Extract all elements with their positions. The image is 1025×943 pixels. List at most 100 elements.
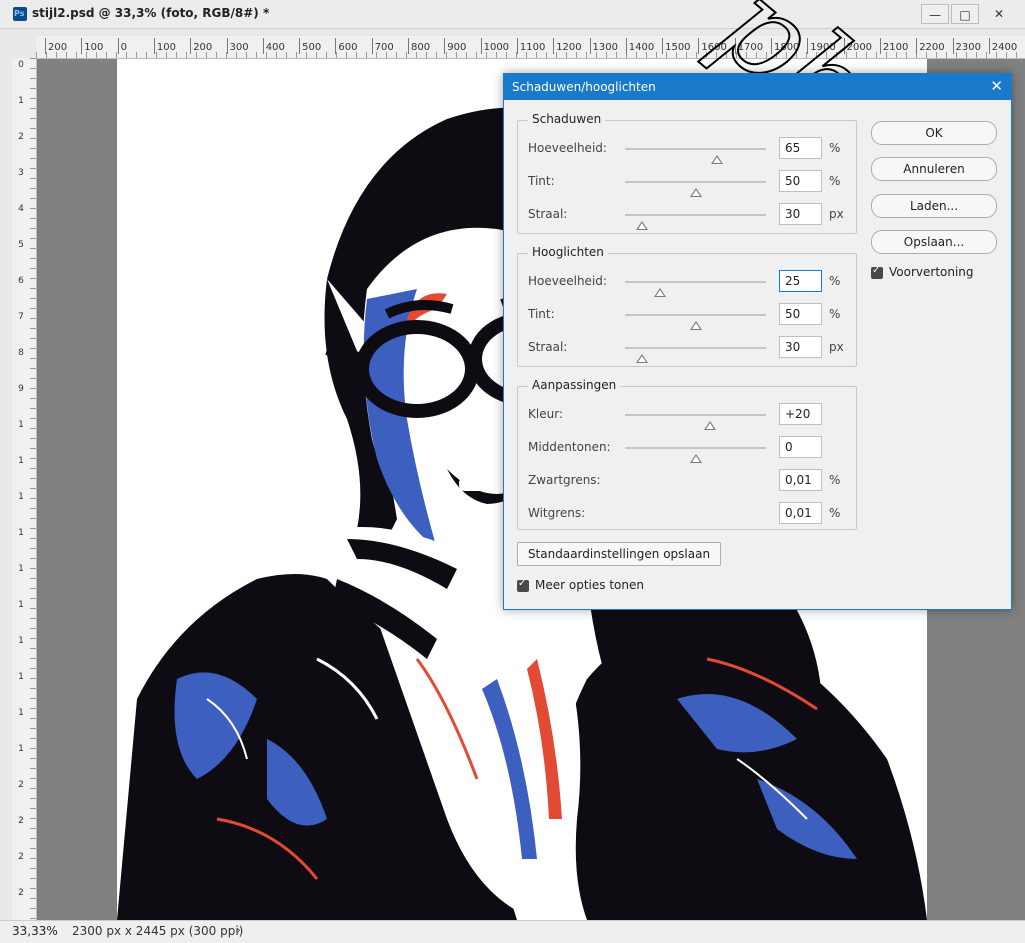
- ruler-tick-label: 2100: [879, 38, 909, 54]
- ruler-tick-label: 2200: [916, 38, 945, 54]
- highlights-legend: Hooglichten: [528, 245, 608, 259]
- save-button[interactable]: Opslaan...: [871, 230, 997, 254]
- vertical-ruler[interactable]: 0 1 2 3 4 5 6 7 8 9 1 1 1 1 1 1 1 1 1 1 2 2 2 2: [12, 58, 37, 920]
- unit-label: %: [829, 506, 841, 520]
- shadows-highlights-dialog: Schaduwen/hooglichten ✕ Schaduwen Hoevee…: [503, 73, 1012, 610]
- save-defaults-button[interactable]: Standaardinstellingen opslaan: [517, 542, 721, 566]
- ruler-tick-label: 7: [18, 312, 24, 322]
- field-label: Zwartgrens:: [528, 473, 601, 487]
- ruler-tick-label: 500: [299, 38, 322, 54]
- ruler-tick-label: 200: [44, 38, 68, 54]
- ruler-tick-label: 2400: [988, 38, 1018, 54]
- ruler-tick-label: 1200: [553, 38, 582, 54]
- ruler-tick-label: 1500: [662, 38, 691, 54]
- shadows-legend: Schaduwen: [528, 112, 606, 126]
- ruler-tick-label: 1800: [770, 38, 800, 54]
- slider-track[interactable]: [625, 314, 766, 330]
- ruler-tick-label: 2000: [843, 38, 873, 54]
- ruler-tick-label: 1: [18, 456, 24, 466]
- field-label: Tint:: [528, 174, 555, 188]
- shadows-row: Straal: 30 px: [518, 203, 856, 230]
- ruler-tick-label: 4: [18, 204, 24, 214]
- value-input[interactable]: 0: [779, 436, 822, 458]
- slider-track[interactable]: [625, 347, 766, 363]
- field-label: Straal:: [528, 207, 568, 221]
- photoshop-icon: [13, 7, 27, 21]
- slider-thumb-icon[interactable]: [703, 421, 716, 430]
- slider-track[interactable]: [625, 214, 766, 230]
- close-icon[interactable]: ✕: [990, 78, 1003, 94]
- ruler-tick-label: 300: [226, 38, 249, 54]
- status-menu-arrow-icon[interactable]: ›: [236, 923, 241, 937]
- value-input[interactable]: +20: [779, 403, 822, 425]
- ruler-tick-label: 800: [407, 38, 431, 54]
- document-title-bar: stijl2.psd @ 33,3% (foto, RGB/8#) * — □ …: [0, 0, 1025, 29]
- slider-thumb-icon[interactable]: [689, 321, 702, 330]
- zoom-level[interactable]: 33,33%: [12, 924, 58, 938]
- ruler-tick-label: 1: [18, 420, 24, 430]
- ruler-tick-label: 0: [18, 60, 24, 70]
- preview-checkbox[interactable]: [871, 265, 883, 279]
- highlights-row: Straal: 30 px: [518, 336, 856, 363]
- ruler-tick-label: 1900: [807, 38, 836, 54]
- adjustments-legend: Aanpassingen: [528, 378, 621, 392]
- horizontal-ruler[interactable]: 200 100 0 100 200 300 400 500 600 700 800 900 1000 11…: [36, 36, 1025, 59]
- unit-label: %: [829, 473, 841, 487]
- document-tab-title[interactable]: stijl2.psd @ 33,3% (foto, RGB/8#) *: [32, 6, 269, 20]
- field-label: Middentonen:: [528, 440, 611, 454]
- preview-label: Voorvertoning: [889, 265, 974, 279]
- unit-label: %: [829, 307, 841, 321]
- adjustments-row: Witgrens: 0,01%: [518, 502, 856, 526]
- value-input[interactable]: 0,01: [779, 502, 822, 524]
- ruler-tick-label: 5: [18, 240, 24, 250]
- close-window-button[interactable]: ✕: [981, 4, 1017, 24]
- ok-button[interactable]: OK: [871, 121, 997, 145]
- slider-thumb-icon[interactable]: [689, 454, 702, 463]
- slider-track[interactable]: [625, 414, 766, 430]
- ruler-tick-label: 600: [335, 38, 358, 54]
- value-input[interactable]: 25: [779, 270, 822, 292]
- slider-thumb-icon[interactable]: [710, 155, 723, 164]
- ruler-tick-label: 100: [153, 38, 176, 54]
- ruler-tick-label: 1: [18, 96, 24, 106]
- unit-label: %: [829, 141, 841, 155]
- adjustments-group: Aanpassingen Kleur: +20 Middentonen: 0 Zwart…: [517, 378, 857, 530]
- ruler-tick-label: 900: [444, 38, 467, 54]
- highlights-group: Hooglichten Hoeveelheid: 25% Tint: 50% Straa…: [517, 245, 857, 367]
- value-input[interactable]: 65: [779, 137, 822, 159]
- unit-label: %: [829, 174, 841, 188]
- ruler-tick-label: 1: [18, 492, 24, 502]
- dialog-title-bar[interactable]: Schaduwen/hooglichten ✕: [504, 74, 1011, 100]
- ruler-tick-label: 1: [18, 564, 24, 574]
- ruler-tick-label: 2: [18, 780, 24, 790]
- slider-track[interactable]: [625, 181, 766, 197]
- slider-thumb-icon[interactable]: [635, 221, 648, 230]
- value-input[interactable]: 30: [779, 336, 822, 358]
- ruler-tick-label: 2: [18, 132, 24, 142]
- slider-track[interactable]: [625, 447, 766, 463]
- restore-button[interactable]: □: [951, 4, 979, 24]
- ruler-tick-label: 8: [18, 348, 24, 358]
- ruler-tick-label: 1000: [480, 38, 510, 54]
- load-button[interactable]: Laden...: [871, 194, 997, 218]
- highlights-row: Tint: 50%: [518, 303, 856, 330]
- shadows-row: Tint: 50%: [518, 170, 856, 197]
- ruler-tick-label: 100: [81, 38, 104, 54]
- slider-track[interactable]: [625, 148, 766, 164]
- ruler-tick-label: 3: [18, 168, 24, 178]
- slider-thumb-icon[interactable]: [654, 288, 667, 297]
- value-input[interactable]: 50: [779, 303, 822, 325]
- cancel-button[interactable]: Annuleren: [871, 157, 997, 181]
- minimize-button[interactable]: —: [921, 4, 949, 24]
- ruler-tick-label: 400: [262, 38, 285, 54]
- slider-thumb-icon[interactable]: [689, 188, 702, 197]
- more-options-checkbox[interactable]: [517, 578, 529, 592]
- slider-thumb-icon[interactable]: [635, 354, 648, 363]
- ruler-tick-label: 1: [18, 528, 24, 538]
- value-input[interactable]: 30: [779, 203, 822, 225]
- slider-track[interactable]: [625, 281, 766, 297]
- highlights-row: Hoeveelheid: 25%: [518, 270, 856, 297]
- value-input[interactable]: 50: [779, 170, 822, 192]
- value-input[interactable]: 0,01: [779, 469, 822, 491]
- adjustments-row: Zwartgrens: 0,01%: [518, 469, 856, 493]
